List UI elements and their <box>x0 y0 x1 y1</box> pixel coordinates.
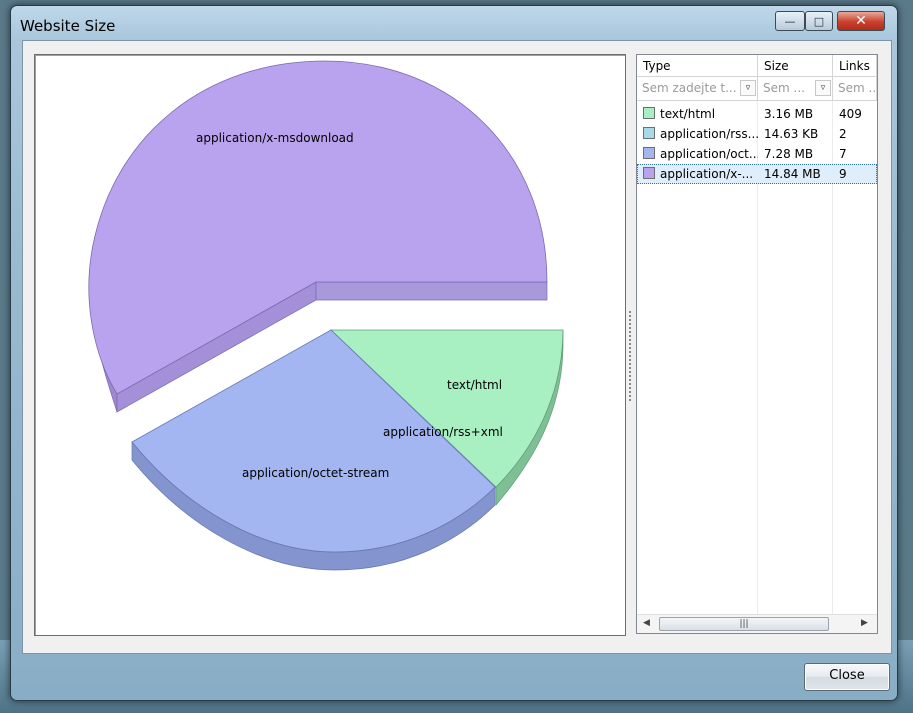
row-size: 14.63 KB <box>764 127 819 141</box>
size-table: Type Size Links Sem zadejte t... ▿ Sem .… <box>636 54 878 634</box>
maximize-icon: □ <box>813 14 825 28</box>
scrollbar-thumb[interactable]: ||| <box>659 617 829 631</box>
filter-size[interactable]: Sem ... ▿ <box>758 77 833 101</box>
scroll-left-icon[interactable]: ◀ <box>643 618 650 628</box>
color-swatch <box>643 127 655 139</box>
row-type: application/rss... <box>660 127 758 141</box>
pie-chart: application/x-msdownload text/html appli… <box>88 60 564 571</box>
column-header-type[interactable]: Type <box>637 55 758 77</box>
minimize-button[interactable]: — <box>775 11 805 31</box>
close-icon: ✕ <box>855 13 867 29</box>
filter-type[interactable]: Sem zadejte t... ▿ <box>637 77 758 101</box>
dialog-content: application/x-msdownload text/html appli… <box>22 40 892 654</box>
column-header-links[interactable]: Links <box>833 55 877 77</box>
column-header-size[interactable]: Size <box>758 55 833 77</box>
filter-icon[interactable]: ▿ <box>815 80 831 96</box>
panel-splitter[interactable] <box>629 311 631 401</box>
color-swatch <box>643 147 655 159</box>
filter-type-placeholder: Sem zadejte t... <box>642 81 736 95</box>
website-size-dialog: Website Size — □ ✕ application/x-msdownl… <box>10 5 898 701</box>
row-size: 3.16 MB <box>764 107 814 121</box>
table-row-selected[interactable]: application/x-... 14.84 MB 9 <box>637 164 877 184</box>
row-links: 2 <box>839 127 847 141</box>
label-application-x-msdownload: application/x-msdownload <box>196 131 354 145</box>
filter-links-placeholder: Sem ... <box>838 81 876 95</box>
filter-size-placeholder: Sem ... <box>763 81 805 95</box>
row-links: 7 <box>839 147 847 161</box>
row-size: 14.84 MB <box>764 167 821 181</box>
filter-icon[interactable]: ▿ <box>740 80 756 96</box>
slice-side <box>315 281 548 301</box>
filter-links[interactable]: Sem ... <box>833 77 877 101</box>
label-application-rss-xml: application/rss+xml <box>383 425 503 439</box>
row-type: application/oct... <box>660 147 758 161</box>
row-size: 7.28 MB <box>764 147 814 161</box>
row-links: 9 <box>839 167 847 181</box>
close-button[interactable]: Close <box>804 663 890 691</box>
horizontal-scrollbar[interactable]: ◀ ||| ▶ <box>637 614 877 633</box>
row-type: text/html <box>660 107 716 121</box>
table-row[interactable]: application/oct... 7.28 MB 7 <box>637 144 877 164</box>
label-text-html: text/html <box>447 378 502 392</box>
window-title: Website Size <box>20 17 116 35</box>
color-swatch <box>643 167 655 179</box>
close-window-button[interactable]: ✕ <box>837 11 885 31</box>
row-type: application/x-... <box>660 167 754 181</box>
minimize-icon: — <box>784 14 796 28</box>
scroll-right-icon[interactable]: ▶ <box>861 618 868 628</box>
maximize-button[interactable]: □ <box>805 11 833 31</box>
pie-chart-panel: application/x-msdownload text/html appli… <box>34 54 626 636</box>
table-row[interactable]: text/html 3.16 MB 409 <box>637 104 877 124</box>
table-row[interactable]: application/rss... 14.63 KB 2 <box>637 124 877 144</box>
label-application-octet-stream: application/octet-stream <box>242 466 389 480</box>
row-links: 409 <box>839 107 862 121</box>
color-swatch <box>643 107 655 119</box>
